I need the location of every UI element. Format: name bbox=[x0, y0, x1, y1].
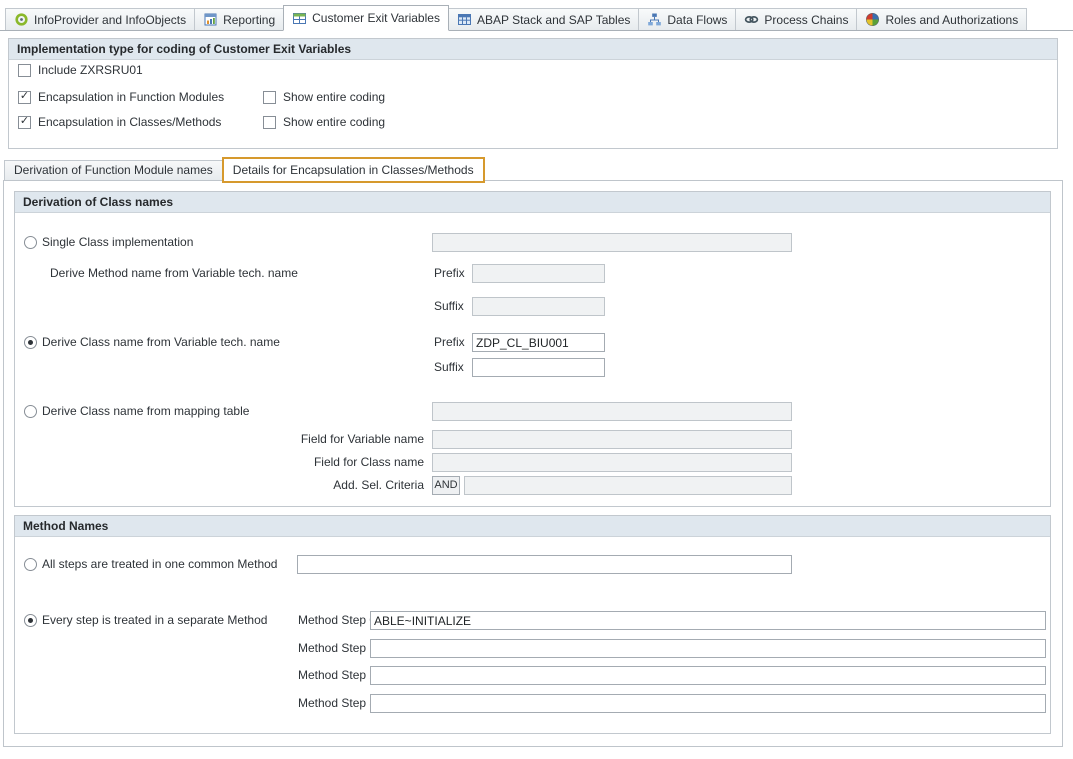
criteria-operator-box[interactable]: AND bbox=[432, 476, 460, 495]
method-step-1-row: Method Step 1 bbox=[15, 639, 1050, 658]
encapsulation-function-modules-checkbox[interactable] bbox=[18, 91, 31, 104]
subtab-derivation-function-module-names[interactable]: Derivation of Function Module names bbox=[4, 160, 223, 180]
class-suffix-label: Suffix bbox=[434, 358, 464, 377]
field-variable-name-input[interactable] bbox=[432, 430, 792, 449]
include-zxrsru01-row: Include ZXRSRU01 bbox=[18, 62, 143, 78]
derivation-class-names-header: Derivation of Class names bbox=[15, 192, 1050, 213]
implementation-type-header: Implementation type for coding of Custom… bbox=[9, 39, 1057, 60]
add-sel-criteria-label: Add. Sel. Criteria bbox=[50, 476, 424, 495]
method-suffix-row: Suffix bbox=[15, 297, 1050, 316]
tab-customer-exit-variables[interactable]: Customer Exit Variables bbox=[283, 5, 449, 31]
abap-tables-icon bbox=[457, 12, 472, 27]
tab-label: Process Chains bbox=[764, 13, 848, 27]
common-method-row: All steps are treated in one common Meth… bbox=[15, 555, 1050, 574]
field-class-name-label: Field for Class name bbox=[50, 453, 424, 472]
tab-label: ABAP Stack and SAP Tables bbox=[477, 13, 630, 27]
classes-methods-panel: Derivation of Class names Single Class i… bbox=[3, 180, 1063, 747]
encapsulation-function-modules-row: Encapsulation in Function Modules Show e… bbox=[18, 89, 385, 105]
method-names-groupbox: Method Names All steps are treated in on… bbox=[14, 515, 1051, 734]
single-class-radio[interactable] bbox=[24, 236, 37, 249]
separate-method-row: Every step is treated in a separate Meth… bbox=[15, 611, 1050, 630]
method-suffix-input[interactable] bbox=[472, 297, 605, 316]
method-names-header: Method Names bbox=[15, 516, 1050, 537]
tab-reporting[interactable]: Reporting bbox=[194, 8, 284, 30]
customer-exit-variables-icon bbox=[292, 11, 307, 26]
method-step-2-label: Method Step 2 bbox=[298, 666, 376, 685]
method-step-3-row: Method Step 3 bbox=[15, 694, 1050, 713]
method-step-0-label: Method Step 0 bbox=[298, 611, 376, 630]
checkbox-label: Include ZXRSRU01 bbox=[38, 63, 143, 77]
mapping-table-row: Derive Class name from mapping table bbox=[15, 402, 1050, 421]
method-step-3-input[interactable] bbox=[370, 694, 1046, 713]
add-sel-criteria-row: Add. Sel. Criteria AND bbox=[15, 476, 1050, 495]
single-class-label: Single Class implementation bbox=[42, 233, 193, 252]
separate-method-label: Every step is treated in a separate Meth… bbox=[42, 611, 267, 630]
checkbox-label: Encapsulation in Classes/Methods bbox=[38, 115, 263, 129]
field-variable-name-row: Field for Variable name bbox=[15, 430, 1050, 449]
class-suffix-row: Suffix bbox=[15, 358, 1050, 377]
encapsulation-classes-methods-row: Encapsulation in Classes/Methods Show en… bbox=[18, 114, 385, 130]
single-class-input[interactable] bbox=[432, 233, 792, 252]
tab-data-flows[interactable]: Data Flows bbox=[638, 8, 736, 30]
include-zxrsru01-checkbox[interactable] bbox=[18, 64, 31, 77]
checkbox-label: Encapsulation in Function Modules bbox=[38, 90, 263, 104]
customer-exit-variables-screen: InfoProvider and InfoObjects Reporting C… bbox=[0, 0, 1073, 759]
method-step-2-row: Method Step 2 bbox=[15, 666, 1050, 685]
common-method-input[interactable] bbox=[297, 555, 792, 574]
tab-roles-and-authorizations[interactable]: Roles and Authorizations bbox=[856, 8, 1027, 30]
tab-infoprovider-and-infoobjects[interactable]: InfoProvider and InfoObjects bbox=[5, 8, 195, 30]
single-class-row: Single Class implementation bbox=[15, 233, 1050, 252]
derive-class-from-variable-radio[interactable] bbox=[24, 336, 37, 349]
tab-label: Data Flows bbox=[667, 13, 727, 27]
tab-label: InfoProvider and InfoObjects bbox=[34, 13, 186, 27]
encapsulation-classes-methods-checkbox[interactable] bbox=[18, 116, 31, 129]
tab-label: Customer Exit Variables bbox=[312, 11, 440, 25]
method-step-2-input[interactable] bbox=[370, 666, 1046, 685]
mapping-table-radio[interactable] bbox=[24, 405, 37, 418]
subtab-label: Derivation of Function Module names bbox=[14, 163, 213, 177]
mapping-table-input[interactable] bbox=[432, 402, 792, 421]
roles-authorizations-icon bbox=[865, 12, 880, 27]
tab-label: Roles and Authorizations bbox=[885, 13, 1018, 27]
separate-method-radio[interactable] bbox=[24, 614, 37, 627]
checkbox-label: Show entire coding bbox=[283, 90, 385, 104]
common-method-radio[interactable] bbox=[24, 558, 37, 571]
method-prefix-input[interactable] bbox=[472, 264, 605, 283]
method-step-0-input[interactable] bbox=[370, 611, 1046, 630]
detail-subtabs: Derivation of Function Module names Deta… bbox=[4, 158, 484, 180]
class-prefix-label: Prefix bbox=[434, 333, 465, 352]
method-suffix-label: Suffix bbox=[434, 297, 464, 316]
subtab-label: Details for Encapsulation in Classes/Met… bbox=[233, 163, 474, 177]
show-entire-coding-fm-checkbox[interactable] bbox=[263, 91, 276, 104]
tab-process-chains[interactable]: Process Chains bbox=[735, 8, 857, 30]
field-variable-name-label: Field for Variable name bbox=[50, 430, 424, 449]
class-suffix-input[interactable] bbox=[472, 358, 605, 377]
common-method-label: All steps are treated in one common Meth… bbox=[42, 555, 277, 574]
derive-class-from-variable-label: Derive Class name from Variable tech. na… bbox=[42, 333, 280, 352]
subtab-details-encapsulation-classes-methods[interactable]: Details for Encapsulation in Classes/Met… bbox=[223, 158, 484, 181]
derivation-class-names-groupbox: Derivation of Class names Single Class i… bbox=[14, 191, 1051, 507]
derive-class-from-variable-row: Derive Class name from Variable tech. na… bbox=[15, 333, 1050, 352]
derive-method-name-row: Derive Method name from Variable tech. n… bbox=[15, 264, 1050, 283]
show-entire-coding-cm-checkbox[interactable] bbox=[263, 116, 276, 129]
main-tabbar: InfoProvider and InfoObjects Reporting C… bbox=[0, 3, 1073, 31]
class-prefix-input[interactable] bbox=[472, 333, 605, 352]
tab-abap-stack-and-sap-tables[interactable]: ABAP Stack and SAP Tables bbox=[448, 8, 639, 30]
criteria-input[interactable] bbox=[464, 476, 792, 495]
method-step-3-label: Method Step 3 bbox=[298, 694, 376, 713]
tab-label: Reporting bbox=[223, 13, 275, 27]
method-prefix-label: Prefix bbox=[434, 264, 465, 283]
method-step-1-input[interactable] bbox=[370, 639, 1046, 658]
implementation-type-groupbox: Implementation type for coding of Custom… bbox=[8, 38, 1058, 149]
method-step-1-label: Method Step 1 bbox=[298, 639, 376, 658]
data-flows-icon bbox=[647, 12, 662, 27]
checkbox-label: Show entire coding bbox=[283, 115, 385, 129]
process-chains-icon bbox=[744, 12, 759, 27]
reporting-icon bbox=[203, 12, 218, 27]
infoprovider-icon bbox=[14, 12, 29, 27]
field-class-name-input[interactable] bbox=[432, 453, 792, 472]
mapping-table-label: Derive Class name from mapping table bbox=[42, 402, 249, 421]
field-class-name-row: Field for Class name bbox=[15, 453, 1050, 472]
derive-method-name-label: Derive Method name from Variable tech. n… bbox=[50, 264, 298, 283]
